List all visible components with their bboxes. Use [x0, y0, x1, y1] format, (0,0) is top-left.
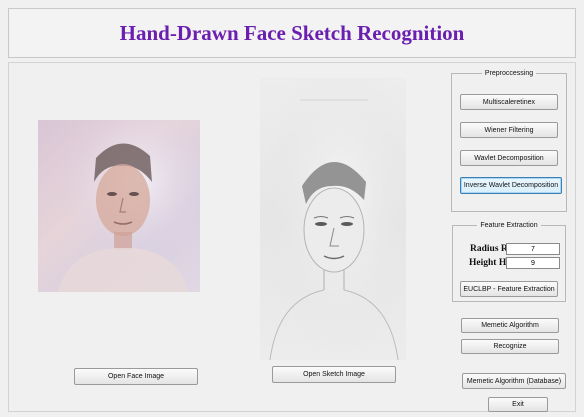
height-input[interactable]: 9	[506, 257, 560, 269]
radius-input[interactable]: 7	[506, 243, 560, 255]
wiener-filtering-button[interactable]: Wiener Filtering	[460, 122, 558, 138]
recognize-button[interactable]: Recognize	[461, 339, 559, 354]
exit-button[interactable]: Exit	[488, 397, 548, 412]
memetic-algorithm-button[interactable]: Memetic Algorithm	[461, 318, 559, 333]
face-image	[38, 120, 200, 292]
memetic-algorithm-database-button[interactable]: Memetic Algorithm (Database)	[462, 373, 566, 389]
preprocessing-legend: Preproccessing	[484, 70, 534, 77]
open-face-image-button[interactable]: Open Face Image	[74, 368, 198, 385]
title-panel: Hand-Drawn Face Sketch Recognition	[8, 8, 576, 58]
inverse-wavlet-decomposition-button[interactable]: Inverse Wavlet Decomposition	[460, 177, 562, 194]
wavlet-decomposition-button[interactable]: Wavlet Decomposition	[460, 150, 558, 166]
euclbp-feature-extraction-button[interactable]: EUCLBP - Feature Extraction	[460, 281, 558, 297]
open-sketch-image-button[interactable]: Open Sketch Image	[272, 366, 396, 383]
sketch-image-graphic	[260, 78, 406, 360]
sketch-image	[260, 78, 406, 360]
face-image-graphic	[38, 120, 200, 292]
feature-extraction-legend: Feature Extraction	[480, 222, 538, 229]
multiscaleretinex-button[interactable]: Multiscaleretinex	[460, 94, 558, 110]
app-title: Hand-Drawn Face Sketch Recognition	[119, 20, 465, 45]
